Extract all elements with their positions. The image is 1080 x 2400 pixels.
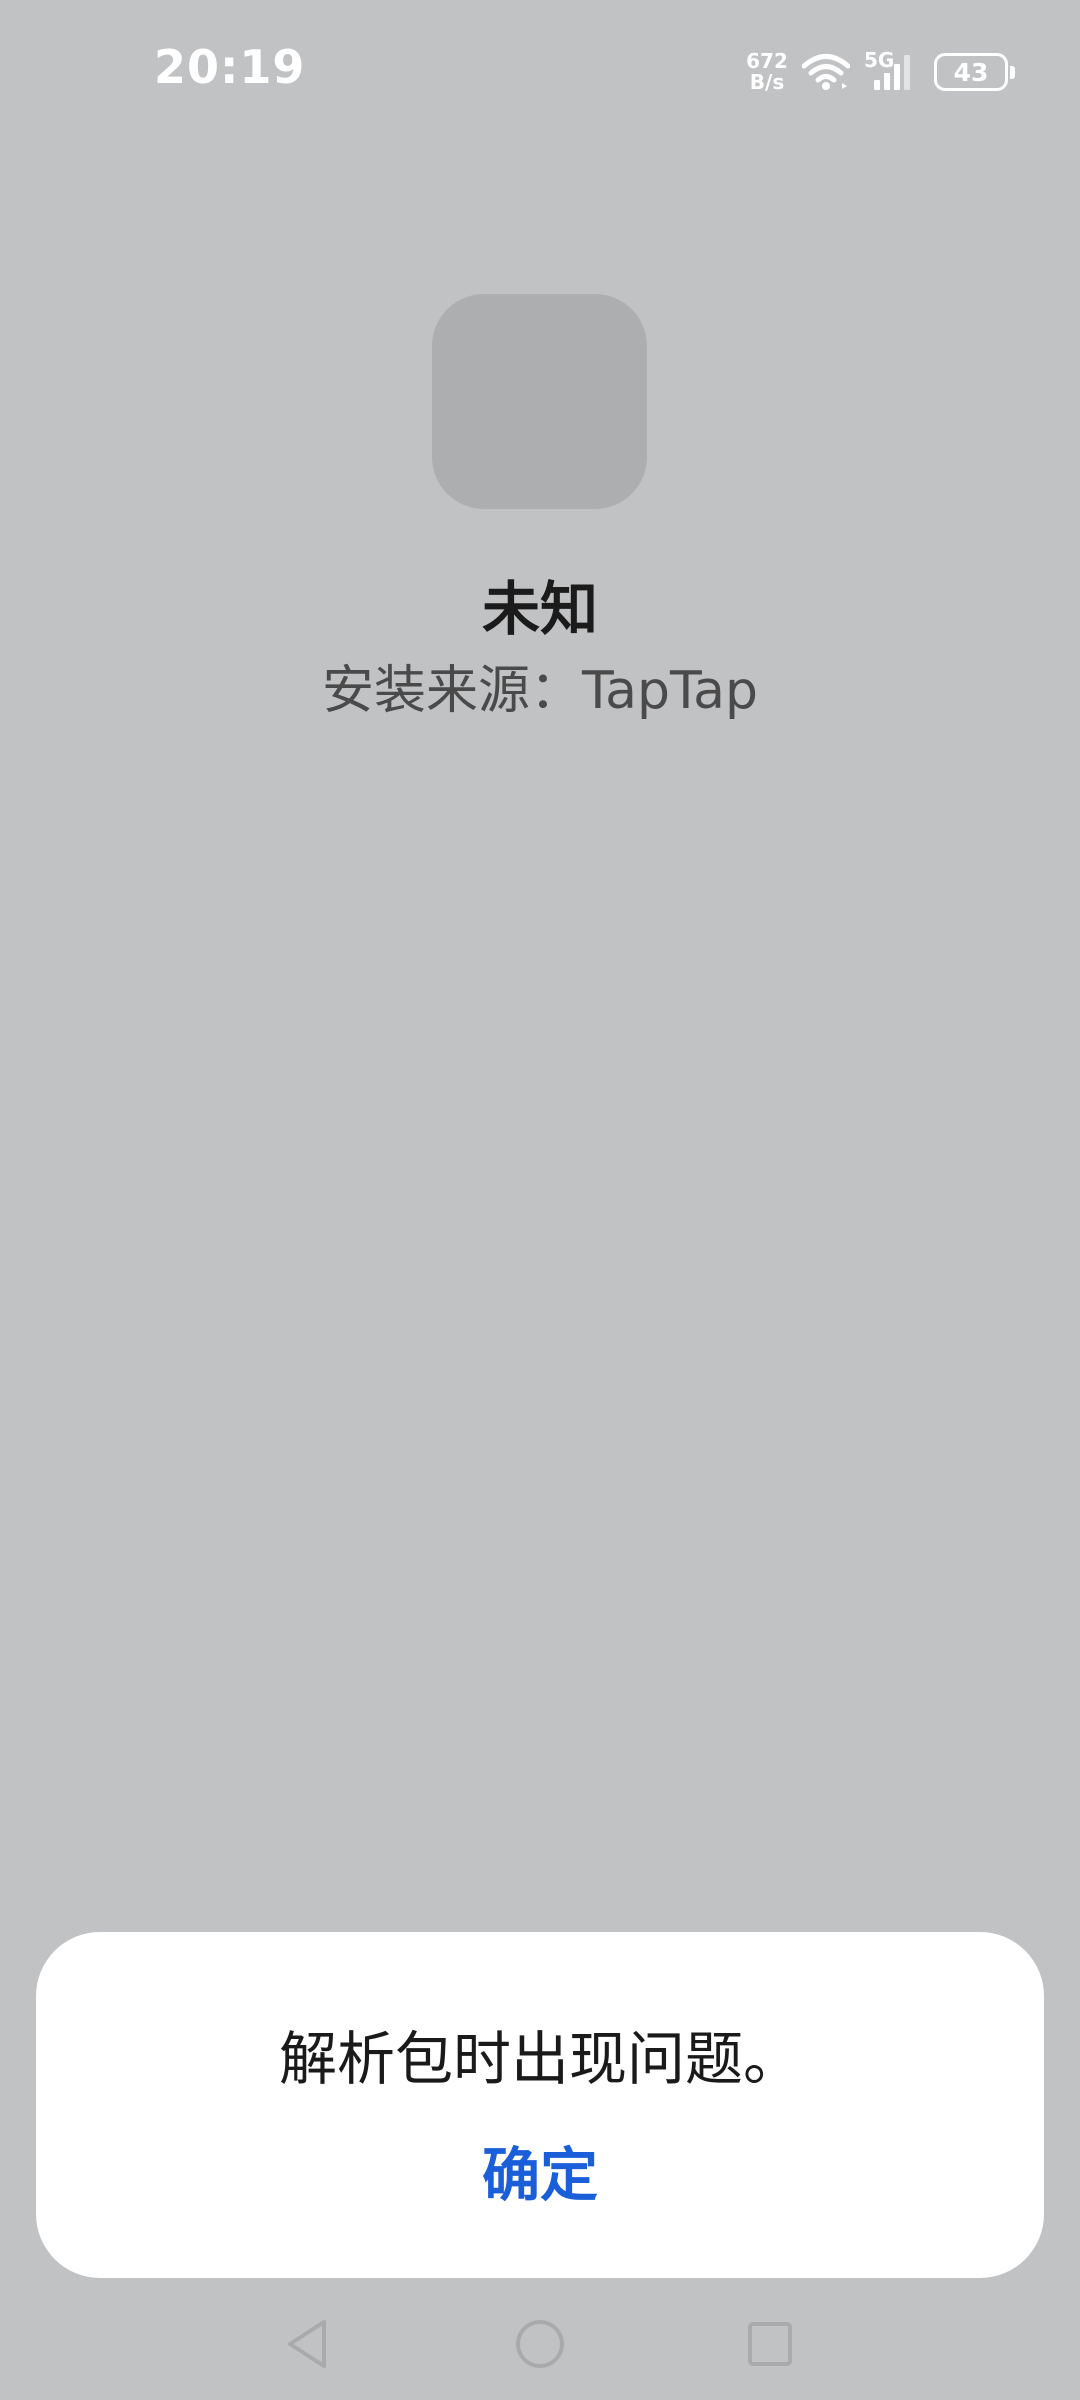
- app-icon-placeholder: [432, 294, 647, 509]
- net-speed-unit: B/s: [749, 70, 785, 94]
- install-source: 安装来源：TapTap: [321, 661, 759, 721]
- recents-icon[interactable]: [740, 2314, 800, 2374]
- net-speed-value: 672: [746, 49, 788, 73]
- navigation-bar: [0, 2300, 1080, 2380]
- home-icon[interactable]: [510, 2314, 570, 2374]
- signal-icon: 5G: [864, 48, 920, 92]
- confirm-button[interactable]: 确定: [440, 2130, 640, 2220]
- battery-level: 43: [953, 57, 989, 87]
- app-name: 未知: [481, 575, 598, 643]
- parse-error-dialog: 解析包时出现问题。 确定: [36, 1932, 1044, 2278]
- back-icon[interactable]: [278, 2314, 338, 2374]
- battery-icon: 43: [934, 53, 1015, 91]
- wifi-icon: [802, 53, 850, 91]
- net-speed: 672 B/s: [746, 51, 788, 93]
- status-icons: 672 B/s 5G 43: [746, 48, 1015, 96]
- screen: 20:19 672 B/s 5G 43 未知 安装来源：TapTap 解析包时出…: [0, 0, 1080, 2400]
- status-bar: 20:19 672 B/s 5G 43: [0, 0, 1080, 145]
- status-time: 20:19: [154, 40, 306, 94]
- dialog-message: 解析包时出现问题。: [278, 2025, 801, 2093]
